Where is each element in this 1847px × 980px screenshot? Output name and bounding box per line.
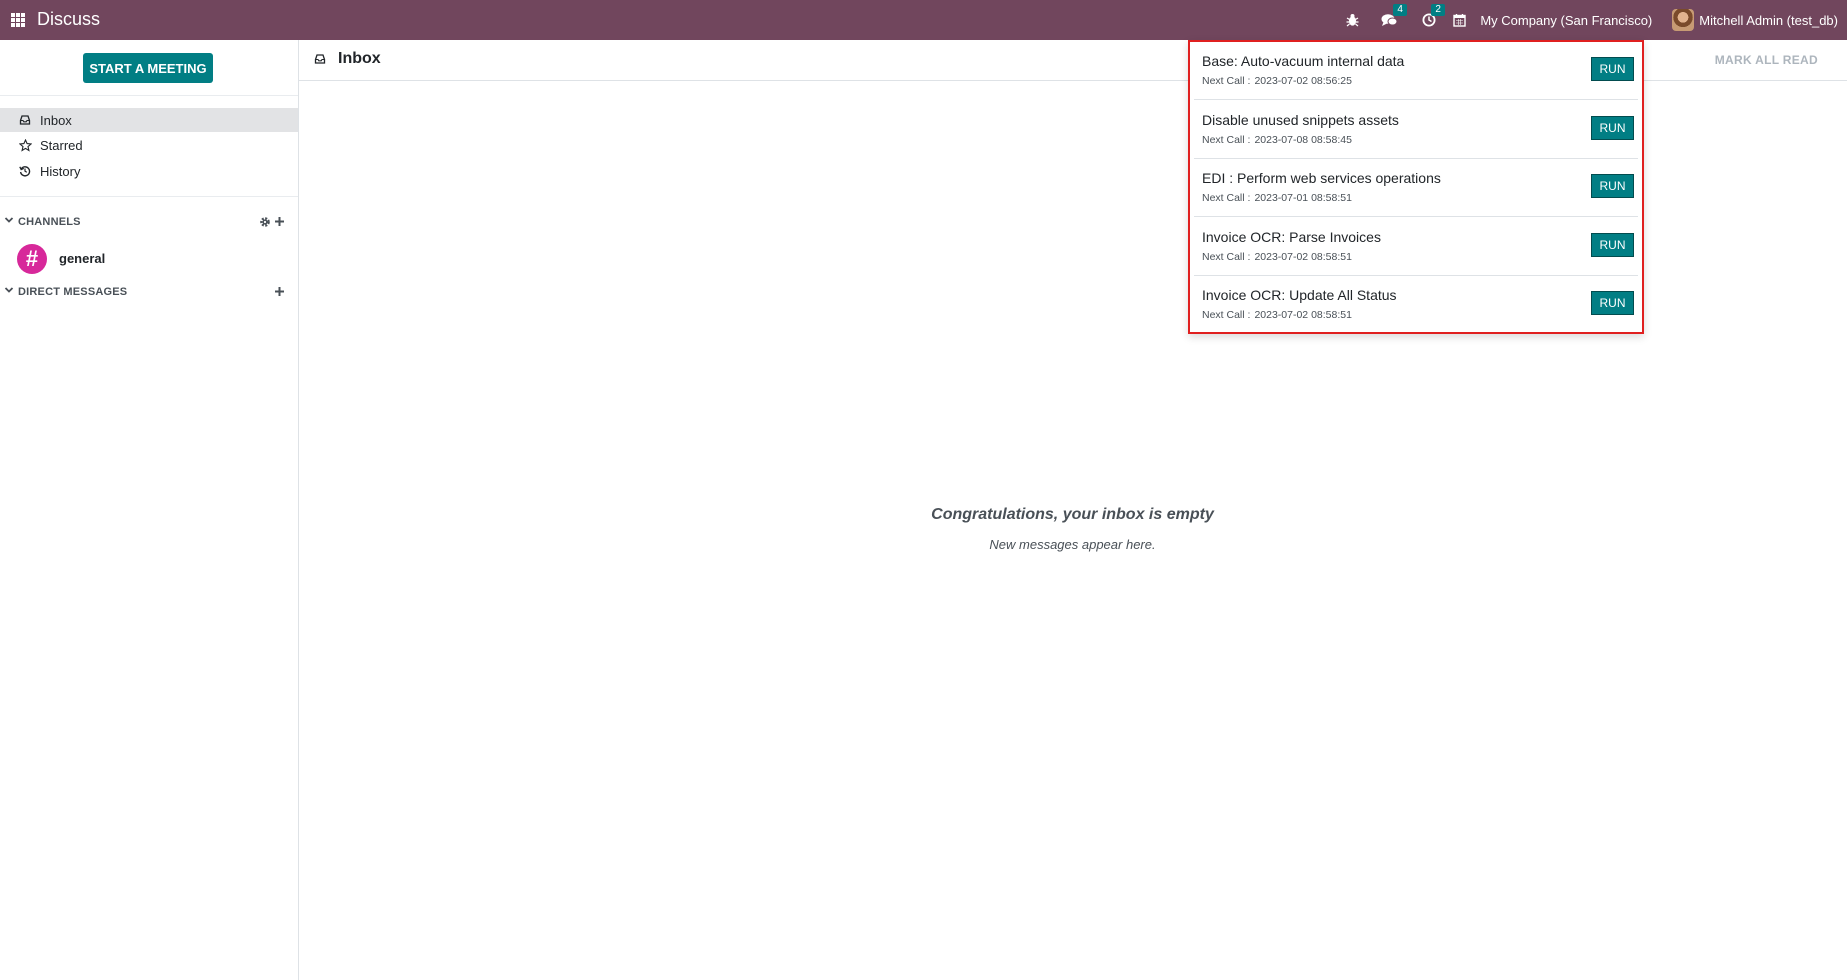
- divider: [0, 95, 298, 96]
- cron-name: Invoice OCR: Parse Invoices: [1202, 229, 1381, 245]
- run-button[interactable]: RUN: [1591, 291, 1634, 315]
- cron-name: EDI : Perform web services operations: [1202, 170, 1441, 186]
- sidebar-item-label: Starred: [40, 137, 83, 153]
- calendar-button[interactable]: [1453, 13, 1467, 27]
- inbox-icon: [19, 115, 31, 125]
- add-chat-icon[interactable]: [274, 286, 285, 297]
- top-navbar: Discuss 4 2 My Company (San Francisco) M…: [0, 0, 1847, 40]
- direct-messages-header[interactable]: DIRECT MESSAGES: [18, 286, 127, 298]
- next-call-label: Next Call :: [1202, 309, 1251, 321]
- app-title[interactable]: Discuss: [37, 9, 100, 30]
- add-channel-icon[interactable]: [274, 216, 285, 227]
- history-icon: [19, 166, 31, 177]
- next-call-value: 2023-07-01 08:58:51: [1254, 192, 1352, 204]
- cron-name: Disable unused snippets assets: [1202, 112, 1399, 128]
- debug-button[interactable]: [1346, 13, 1359, 27]
- empty-inbox-title: Congratulations, your inbox is empty: [0, 506, 1847, 524]
- star-icon: [19, 138, 32, 152]
- inbox-icon: [314, 54, 326, 64]
- cron-next-call: Next Call :2023-07-02 08:58:51: [1202, 309, 1352, 321]
- empty-inbox-subtitle-text: New messages appear here.: [989, 537, 1156, 552]
- avatar: [1672, 9, 1695, 31]
- next-call-value: 2023-07-08 08:58:45: [1254, 134, 1352, 146]
- chevron-down-icon[interactable]: [4, 285, 14, 295]
- next-call-label: Next Call :: [1202, 251, 1251, 263]
- cron-next-call: Next Call :2023-07-01 08:58:51: [1202, 192, 1352, 204]
- apps-icon[interactable]: [11, 13, 25, 27]
- next-call-label: Next Call :: [1202, 192, 1251, 204]
- user-menu[interactable]: Mitchell Admin (test_db): [1672, 9, 1838, 31]
- divider: [0, 196, 298, 197]
- sidebar-item-history[interactable]: History: [0, 159, 298, 183]
- next-call-label: Next Call :: [1202, 134, 1251, 146]
- channel-name: general: [59, 251, 106, 266]
- page-title: Inbox: [338, 50, 381, 67]
- company-switcher[interactable]: My Company (San Francisco): [1480, 13, 1652, 28]
- gear-icon[interactable]: [259, 216, 271, 228]
- cron-item: Invoice OCR: Parse Invoices Next Call :2…: [1194, 218, 1638, 276]
- channel-item-general[interactable]: # general: [0, 242, 298, 276]
- messaging-menu-button[interactable]: 4: [1381, 4, 1407, 27]
- sidebar-item-label: Inbox: [40, 112, 72, 128]
- next-call-value: 2023-07-02 08:56:25: [1254, 75, 1352, 87]
- start-meeting-button[interactable]: START A MEETING: [83, 53, 213, 83]
- calendar-icon: [1453, 14, 1467, 27]
- navbar-systray: 4 2 My Company (San Francisco) Mitchell …: [1346, 0, 1847, 40]
- user-name: Mitchell Admin (test_db): [1699, 12, 1838, 28]
- mark-all-read-button[interactable]: MARK ALL READ: [1709, 52, 1824, 68]
- next-call-value: 2023-07-02 08:58:51: [1254, 251, 1352, 263]
- next-call-value: 2023-07-02 08:58:51: [1254, 309, 1352, 321]
- next-call-label: Next Call :: [1202, 75, 1251, 87]
- sidebar-item-label: History: [40, 163, 81, 179]
- bug-icon: [1346, 14, 1359, 27]
- messages-badge: 4: [1393, 4, 1407, 16]
- cron-name: Invoice OCR: Update All Status: [1202, 287, 1397, 303]
- run-button[interactable]: RUN: [1591, 57, 1634, 81]
- cron-item: Disable unused snippets assets Next Call…: [1194, 101, 1638, 159]
- cron-item: EDI : Perform web services operations Ne…: [1194, 159, 1638, 217]
- cron-next-call: Next Call :2023-07-02 08:58:51: [1202, 251, 1352, 263]
- direct-messages-category: DIRECT MESSAGES: [4, 283, 294, 301]
- cron-item: Invoice OCR: Update All Status Next Call…: [1194, 276, 1638, 334]
- cron-name: Base: Auto-vacuum internal data: [1202, 53, 1405, 69]
- channels-header[interactable]: CHANNELS: [18, 216, 81, 228]
- chevron-down-icon[interactable]: [4, 215, 14, 225]
- activities-badge: 2: [1431, 4, 1445, 16]
- sidebar-item-starred[interactable]: Starred: [0, 133, 298, 157]
- run-button[interactable]: RUN: [1591, 174, 1634, 198]
- cron-item: Base: Auto-vacuum internal data Next Cal…: [1194, 42, 1638, 100]
- run-button[interactable]: RUN: [1591, 233, 1634, 257]
- empty-inbox-subtitle: New messages appear here.: [0, 537, 1847, 552]
- channels-category: CHANNELS: [4, 213, 294, 231]
- activity-menu-button[interactable]: 2: [1422, 4, 1445, 27]
- cron-next-call: Next Call :2023-07-02 08:56:25: [1202, 75, 1352, 87]
- scheduled-actions-dropdown: Base: Auto-vacuum internal data Next Cal…: [1188, 40, 1644, 334]
- empty-inbox-title-text: Congratulations, your inbox is empty: [931, 506, 1214, 523]
- cron-next-call: Next Call :2023-07-08 08:58:45: [1202, 134, 1352, 146]
- run-button[interactable]: RUN: [1591, 116, 1634, 140]
- sidebar-item-inbox[interactable]: Inbox: [0, 108, 298, 132]
- channel-avatar: #: [17, 244, 47, 274]
